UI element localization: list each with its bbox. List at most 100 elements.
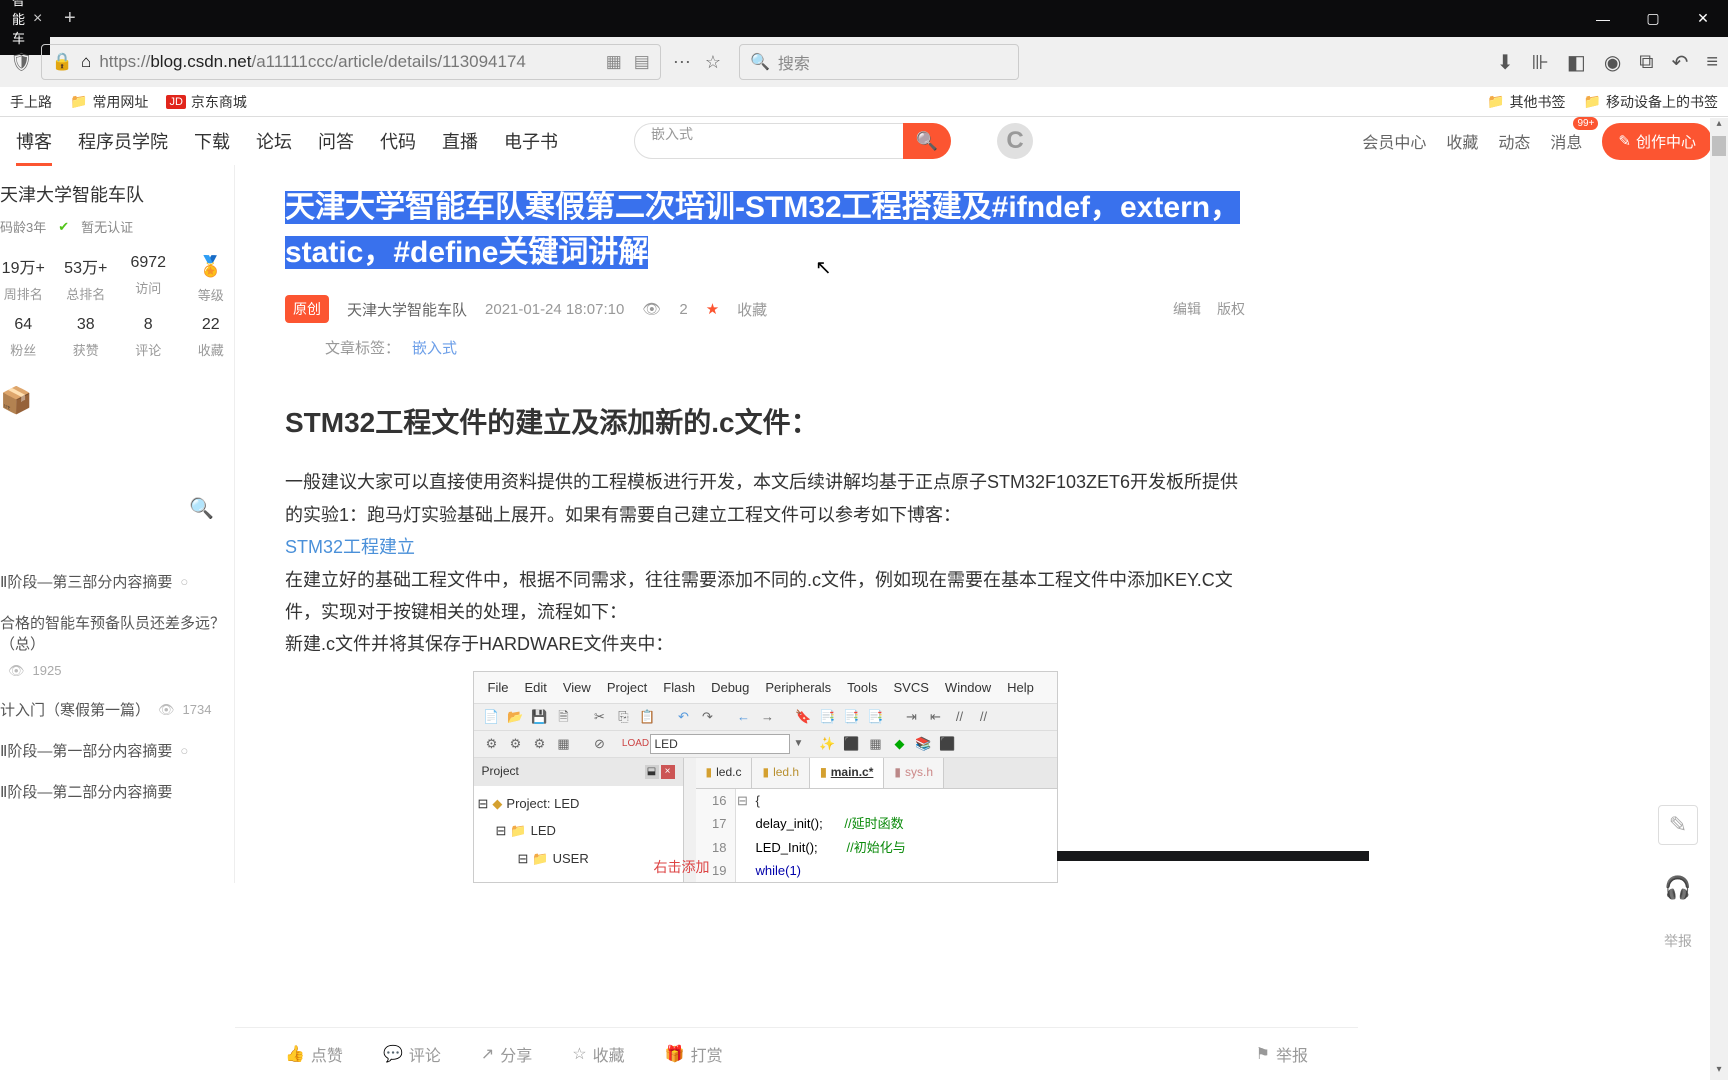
menu-flash[interactable]: Flash [663, 676, 695, 699]
manage-icon[interactable]: ▦ [866, 734, 886, 754]
url-input[interactable]: 🔒 ⌂ https://blog.csdn.net/a11111ccc/arti… [41, 44, 661, 80]
star-icon[interactable]: ☆ [705, 52, 721, 73]
code-tab[interactable]: ▮led.h [752, 758, 810, 788]
code-lines[interactable]: 16⊟{ 17 delay_init(); //延时函数 18 LED_Init… [684, 789, 1057, 883]
csdn-search-button[interactable]: 🔍 [903, 123, 951, 159]
nav-vip[interactable]: 会员中心 [1362, 129, 1426, 153]
library-icon[interactable]: ⊪ [1532, 50, 1549, 75]
copy-icon[interactable]: ⎘ [614, 707, 634, 727]
sidebar-search[interactable]: 🔍 [0, 486, 234, 531]
batch-icon[interactable]: ▦ [554, 734, 574, 754]
menu-peripherals[interactable]: Peripherals [765, 676, 831, 699]
share-button[interactable]: ↗分享 [481, 1042, 532, 1066]
qr-icon[interactable]: ▦ [606, 52, 622, 72]
menu-project[interactable]: Project [607, 676, 647, 699]
menu-help[interactable]: Help [1007, 676, 1034, 699]
packs-icon[interactable]: ⬛ [938, 734, 958, 754]
list-item[interactable]: Ⅱ阶段—第一部分内容摘要○ [0, 730, 234, 771]
menu-debug[interactable]: Debug [711, 676, 749, 699]
paste-icon[interactable]: 📋 [638, 707, 658, 727]
tag-link[interactable]: 嵌入式 [412, 337, 457, 358]
menu-edit[interactable]: Edit [524, 676, 546, 699]
sidebar-icon[interactable]: ◧ [1567, 50, 1586, 75]
rebuild-icon[interactable]: ⚙ [506, 734, 526, 754]
uncomment-icon[interactable]: // [974, 707, 994, 727]
options-icon[interactable]: ⬛ [842, 734, 862, 754]
minus-icon[interactable]: ⊟ [496, 819, 507, 842]
close-button[interactable]: ✕ [1678, 0, 1728, 37]
tree-led[interactable]: LED [531, 819, 556, 842]
list-item[interactable]: Ⅱ阶段—第三部分内容摘要○ [0, 561, 234, 602]
favorite-label[interactable]: 收藏 [737, 299, 767, 320]
rte-icon[interactable]: ◆ [890, 734, 910, 754]
bookmark-item[interactable]: 手上路 [10, 92, 52, 112]
nav-favorites[interactable]: 收藏 [1446, 129, 1478, 153]
create-button[interactable]: ✎ 创作中心 [1602, 123, 1712, 160]
maximize-button[interactable]: ▢ [1628, 0, 1678, 37]
bookmark-item[interactable]: JD京东商城 [166, 92, 246, 112]
bookmark-icon[interactable]: 🔖 [794, 707, 814, 727]
save-all-icon[interactable]: 🗎 [554, 707, 574, 727]
list-item[interactable]: Ⅱ阶段—第二部分内容摘要 [0, 771, 234, 812]
save-icon[interactable]: 💾 [530, 707, 550, 727]
dropdown-icon[interactable]: ▼ [794, 735, 804, 753]
tree-root[interactable]: Project: LED [506, 792, 579, 815]
bookmark2-icon[interactable]: 📑 [818, 707, 838, 727]
report-button[interactable]: ⚑举报 [1256, 1042, 1308, 1066]
nav-code[interactable]: 代码 [380, 118, 416, 164]
article-link[interactable]: STM32工程建立 [285, 537, 415, 557]
author-link[interactable]: 天津大学智能车队 [347, 299, 467, 320]
close-icon[interactable]: × [661, 765, 675, 779]
mobile-bookmarks[interactable]: 📁移动设备上的书签 [1584, 92, 1718, 112]
nav-activity[interactable]: 动态 [1498, 129, 1530, 153]
bookmark4-icon[interactable]: 📑 [866, 707, 886, 727]
bookmark-item[interactable]: 📁常用网址 [70, 92, 148, 112]
cut-icon[interactable]: ✂ [590, 707, 610, 727]
download-icon[interactable]: ⬇ [1497, 50, 1514, 75]
minus-icon[interactable]: ⊟ [478, 792, 489, 815]
nav-messages[interactable]: 消息 99+ [1550, 129, 1582, 153]
csdn-search-input[interactable]: 嵌入式 [634, 123, 904, 159]
favorite-button[interactable]: ☆收藏 [572, 1042, 624, 1066]
comment-button[interactable]: 💬评论 [383, 1042, 441, 1066]
list-item[interactable]: 计入门（寒假第一篇）👁1734 [0, 689, 234, 730]
menu-file[interactable]: File [488, 676, 509, 699]
menu-svcs[interactable]: SVCS [894, 676, 929, 699]
scroll-up-icon[interactable]: ▴ [1710, 118, 1728, 134]
new-file-icon[interactable]: 📄 [482, 707, 502, 727]
nav-forum[interactable]: 论坛 [256, 118, 292, 164]
build-icon2[interactable]: ⚙ [530, 734, 550, 754]
user-avatar[interactable]: C [997, 123, 1033, 159]
code-tab[interactable]: ▮led.c [696, 758, 753, 788]
scrollbar-thumb[interactable] [1712, 136, 1726, 156]
nav-download[interactable]: 下载 [194, 118, 230, 164]
like-button[interactable]: 👍点赞 [285, 1042, 343, 1066]
open-icon[interactable]: 📂 [506, 707, 526, 727]
comment-icon[interactable]: // [950, 707, 970, 727]
wand-icon[interactable]: ✨ [818, 734, 838, 754]
menu-window[interactable]: Window [945, 676, 991, 699]
nav-qa[interactable]: 问答 [318, 118, 354, 164]
code-tab[interactable]: ▮sys.h [884, 758, 944, 788]
account-icon[interactable]: ◉ [1604, 50, 1621, 75]
code-tab-active[interactable]: ▮main.c* [810, 758, 884, 788]
new-tab-button[interactable]: + [50, 7, 90, 30]
redo-icon[interactable]: ↷ [698, 707, 718, 727]
headset-icon[interactable]: 🎧 [1664, 875, 1691, 901]
pin-icon[interactable]: ⬓ [645, 765, 659, 779]
profile-name[interactable]: 天津大学智能车队 [0, 175, 234, 213]
copyright-link[interactable]: 版权 [1217, 299, 1245, 319]
reader-icon[interactable]: ▤ [634, 52, 650, 72]
nav-academy[interactable]: 程序员学院 [78, 118, 168, 164]
outdent-icon[interactable]: ⇤ [926, 707, 946, 727]
edit-link[interactable]: 编辑 [1173, 299, 1201, 319]
indent-icon[interactable]: ⇥ [902, 707, 922, 727]
list-item[interactable]: 合格的智能车预备队员还差多远？（总）👁1925 [0, 602, 234, 689]
page-actions-icon[interactable]: ⋯ [673, 52, 691, 73]
menu-tools[interactable]: Tools [847, 676, 877, 699]
extension-icon[interactable]: ⧉ [1639, 51, 1653, 74]
nav-ebook[interactable]: 电子书 [504, 118, 558, 164]
browser-search-input[interactable]: 🔍 搜索 [739, 44, 1019, 80]
build-icon[interactable]: ⚙ [482, 734, 502, 754]
minimize-button[interactable]: — [1578, 0, 1628, 37]
